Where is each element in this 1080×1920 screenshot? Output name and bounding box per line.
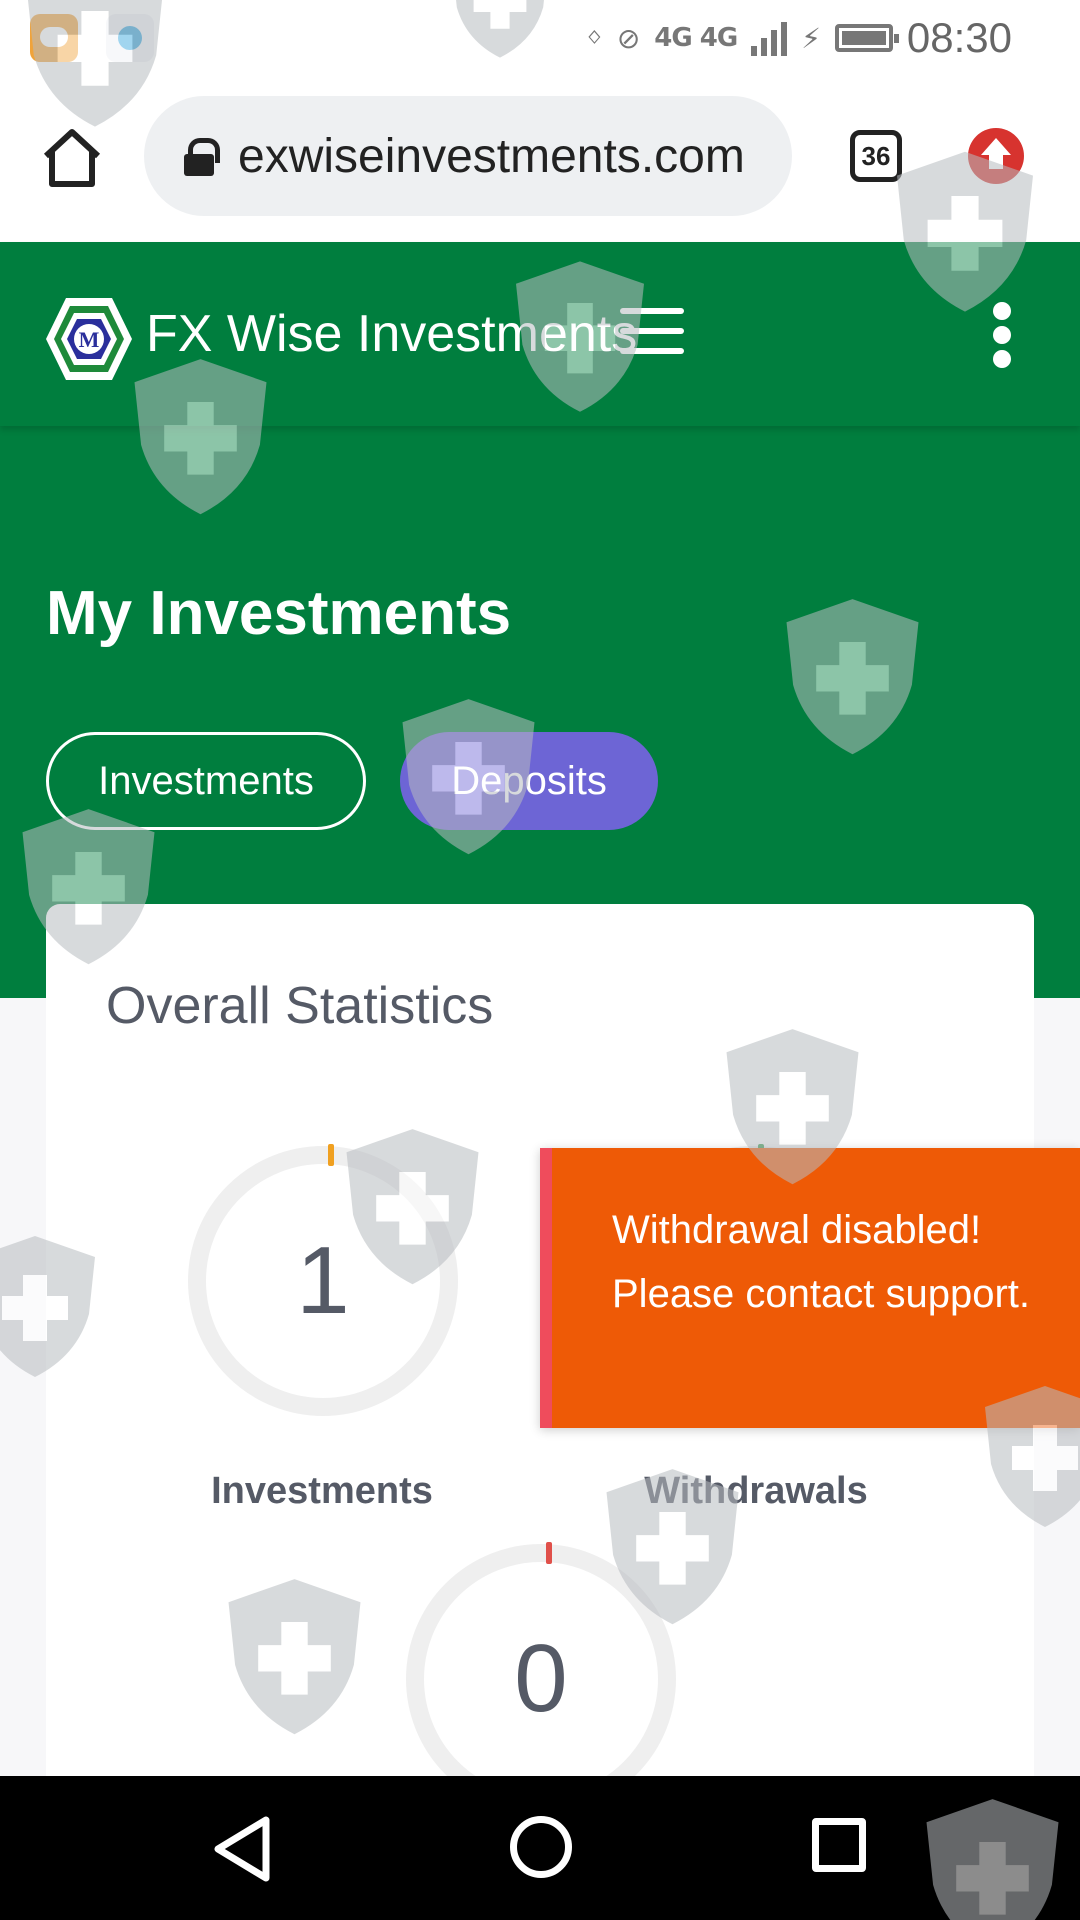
bluetooth-icon: ᛜ [586,21,603,55]
signal-icon [751,20,788,56]
card-title: Overall Statistics [106,977,494,1035]
menu-icon[interactable] [620,308,684,362]
page-title: My Investments [46,579,512,648]
investments-count: 1 [296,1227,350,1334]
more-icon[interactable] [990,302,1014,368]
recents-icon[interactable] [812,1818,866,1872]
update-icon[interactable] [968,128,1024,184]
browser-toolbar: exwiseinvestments.com 36 [0,76,1080,242]
brand-logo[interactable]: M [44,294,134,384]
withdrawals-label: Withdrawals [644,1470,868,1512]
lock-icon [184,138,220,176]
third-stat-count: 0 [514,1625,568,1732]
network-type: 4G 4G [654,23,738,53]
tab-investments[interactable]: Investments [46,732,366,830]
home-button[interactable] [510,1816,572,1878]
ring-progress-mark [546,1542,552,1564]
charging-icon: ⚡ [801,21,821,55]
tab-deposits[interactable]: Deposits [400,732,658,830]
clock: 08:30 [906,14,1012,61]
svg-text:M: M [79,327,100,352]
investments-ring: 1 [188,1144,458,1416]
toast-message: Withdrawal disabled! Please contact supp… [612,1208,1031,1316]
address-bar[interactable]: exwiseinvestments.com [144,96,792,216]
back-icon[interactable] [212,1814,274,1884]
mute-icon: ⊘ [616,21,641,55]
tab-switcher-button[interactable]: 36 [850,130,902,182]
battery-icon [834,24,899,52]
home-icon[interactable] [40,126,104,190]
error-toast[interactable]: Withdrawal disabled! Please contact supp… [540,1148,1080,1428]
url-text: exwiseinvestments.com [238,129,745,183]
status-bar: ᛜ ⊘ 4G 4G ⚡ 08:30 [0,0,1080,76]
status-icons: ᛜ ⊘ 4G 4G ⚡ 08:30 [586,14,1012,62]
site-navbar: M FX Wise Investments [0,242,1080,426]
investments-label: Investments [211,1470,433,1512]
ring-progress-mark [328,1144,334,1166]
third-stat-ring: 0 [406,1542,676,1814]
system-navigation-bar [0,1776,1080,1920]
messages-notification-icon [30,14,78,62]
telegram-notification-icon [106,14,154,62]
brand-name[interactable]: FX Wise Investments [146,304,637,364]
